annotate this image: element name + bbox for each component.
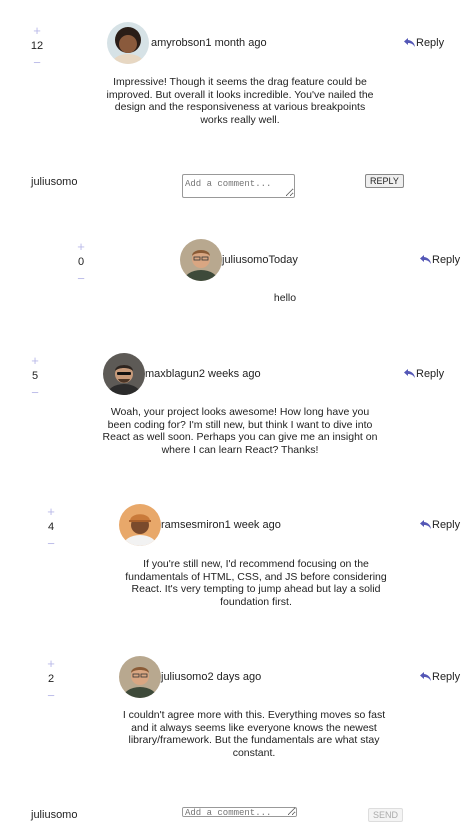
avatar-image bbox=[180, 239, 222, 281]
comment-body: Impressive! Though it seems the drag fea… bbox=[106, 76, 374, 126]
score: 4 bbox=[47, 521, 55, 533]
avatar-image bbox=[107, 22, 149, 64]
downvote-button[interactable]: − bbox=[41, 689, 61, 702]
reply-icon bbox=[404, 369, 415, 378]
downvote-button[interactable]: − bbox=[41, 537, 61, 550]
reply-button[interactable]: Reply bbox=[404, 368, 444, 380]
downvote-button[interactable]: − bbox=[71, 272, 91, 285]
current-username: juliusomo bbox=[31, 176, 78, 188]
username[interactable]: juliusomo bbox=[161, 671, 207, 683]
reply-icon bbox=[420, 520, 431, 529]
reply-icon bbox=[420, 255, 431, 264]
upvote-button[interactable]: + bbox=[27, 24, 47, 37]
comment-body: Woah, your project looks awesome! How lo… bbox=[102, 406, 378, 456]
reply-button[interactable]: Reply bbox=[420, 671, 460, 683]
username[interactable]: maxblagun bbox=[145, 368, 199, 380]
comment-meta: juliusomo2 days ago bbox=[161, 671, 261, 683]
reply-label: Reply bbox=[432, 254, 461, 266]
upvote-button[interactable]: + bbox=[71, 240, 91, 253]
downvote-button[interactable]: − bbox=[27, 56, 47, 69]
avatar bbox=[180, 239, 222, 281]
comment-meta: juliusomoToday bbox=[222, 254, 298, 266]
reply-label: Reply bbox=[432, 519, 461, 531]
timestamp: 2 weeks ago bbox=[198, 368, 261, 380]
reply-button[interactable]: Reply bbox=[404, 37, 444, 49]
reply-icon bbox=[420, 672, 431, 681]
score: 2 bbox=[47, 673, 55, 685]
reply-button[interactable]: Reply bbox=[420, 254, 460, 266]
reply-label: Reply bbox=[416, 37, 445, 49]
comment-meta: amyrobson1 month ago bbox=[151, 37, 267, 49]
avatar-image bbox=[119, 504, 161, 546]
vote-widget: + 5 − bbox=[25, 354, 45, 399]
vote-widget: + 12 − bbox=[27, 24, 47, 69]
upvote-button[interactable]: + bbox=[41, 505, 61, 518]
upvote-button[interactable]: + bbox=[41, 657, 61, 670]
send-button[interactable]: SEND bbox=[368, 808, 404, 822]
comment-body: hello bbox=[273, 292, 297, 304]
vote-widget: + 0 − bbox=[71, 240, 91, 285]
avatar-image bbox=[119, 656, 161, 698]
timestamp: Today bbox=[268, 254, 298, 266]
new-comment-input[interactable] bbox=[182, 807, 297, 817]
timestamp: 1 week ago bbox=[224, 519, 281, 531]
reply-label: Reply bbox=[432, 671, 461, 683]
avatar bbox=[107, 22, 149, 64]
downvote-button[interactable]: − bbox=[25, 386, 45, 399]
avatar-image bbox=[103, 353, 145, 395]
avatar bbox=[119, 656, 161, 698]
score: 0 bbox=[77, 256, 85, 268]
username[interactable]: juliusomo bbox=[222, 254, 268, 266]
timestamp: 2 days ago bbox=[207, 671, 262, 683]
comment-meta: maxblagun2 weeks ago bbox=[145, 368, 261, 380]
comment-body: If you're still new, I'd recommend focus… bbox=[125, 558, 387, 608]
username[interactable]: ramsesmiron bbox=[161, 519, 225, 531]
score: 5 bbox=[31, 370, 39, 382]
reply-icon bbox=[404, 38, 415, 47]
current-username: juliusomo bbox=[31, 809, 78, 821]
username[interactable]: amyrobson bbox=[151, 37, 205, 49]
avatar bbox=[119, 504, 161, 546]
comment-meta: ramsesmiron1 week ago bbox=[161, 519, 281, 531]
reply-label: Reply bbox=[416, 368, 445, 380]
vote-widget: + 4 − bbox=[41, 505, 61, 550]
avatar bbox=[103, 353, 145, 395]
vote-widget: + 2 − bbox=[41, 657, 61, 702]
comment-body: I couldn't agree more with this. Everyth… bbox=[122, 709, 386, 759]
reply-button[interactable]: Reply bbox=[420, 519, 460, 531]
timestamp: 1 month ago bbox=[205, 37, 267, 49]
reply-input[interactable] bbox=[182, 174, 295, 198]
reply-submit-button[interactable]: REPLY bbox=[365, 174, 404, 188]
score: 12 bbox=[30, 40, 44, 52]
upvote-button[interactable]: + bbox=[25, 354, 45, 367]
